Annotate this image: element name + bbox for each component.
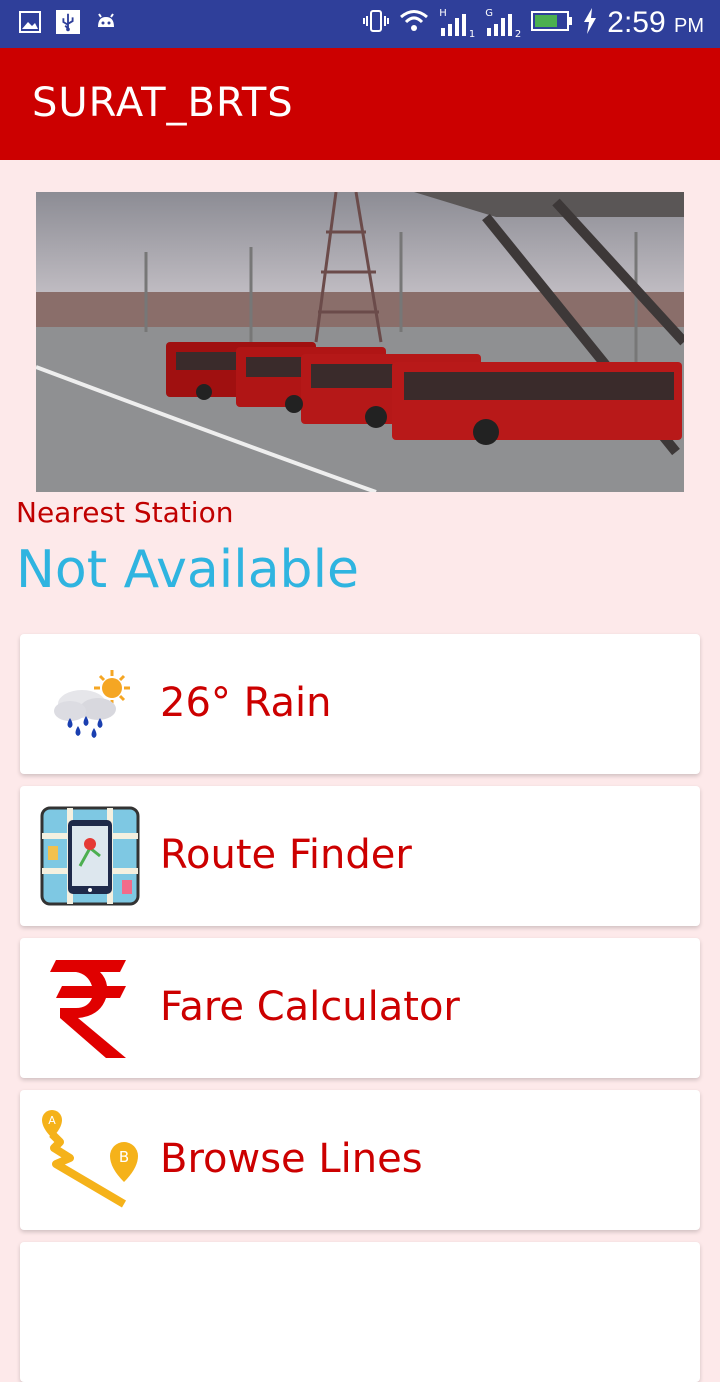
battery-icon: [531, 10, 573, 36]
app-bar: SURAT_BRTS: [0, 48, 720, 160]
weather-rain-icon: [40, 654, 140, 754]
banner-image: [36, 192, 684, 492]
browse-lines-button[interactable]: A B Browse Lines: [20, 1090, 700, 1230]
nearest-station-label: Nearest Station: [16, 496, 234, 529]
charging-icon: [583, 8, 597, 38]
clock: 2:59 PM: [607, 6, 704, 39]
status-bar: H 1 G 2 2:59 PM: [0, 0, 720, 48]
android-icon: [94, 10, 118, 34]
vibrate-icon: [363, 8, 390, 38]
usb-icon: [56, 10, 80, 34]
next-menu-card[interactable]: [20, 1242, 700, 1382]
path-a-b-icon: A B: [40, 1108, 140, 1208]
weather-label: 26° Rain: [160, 680, 332, 726]
fare-calculator-button[interactable]: Fare Calculator: [20, 938, 700, 1078]
signal-icon: H 1: [439, 8, 476, 40]
svg-text:A: A: [48, 1114, 56, 1127]
rupee-icon: [40, 958, 140, 1058]
app-title: SURAT_BRTS: [32, 80, 294, 126]
browse-lines-label: Browse Lines: [160, 1136, 423, 1182]
weather-card[interactable]: 26° Rain: [20, 634, 700, 774]
svg-text:B: B: [119, 1148, 129, 1166]
route-map-icon: [40, 806, 140, 906]
nearest-station-value: Not Available: [16, 540, 360, 600]
fare-calculator-label: Fare Calculator: [160, 984, 460, 1030]
wifi-icon: [399, 9, 429, 37]
signal-icon: G 2: [485, 8, 522, 40]
image-icon: [18, 10, 42, 34]
route-finder-label: Route Finder: [160, 832, 412, 878]
route-finder-button[interactable]: Route Finder: [20, 786, 700, 926]
